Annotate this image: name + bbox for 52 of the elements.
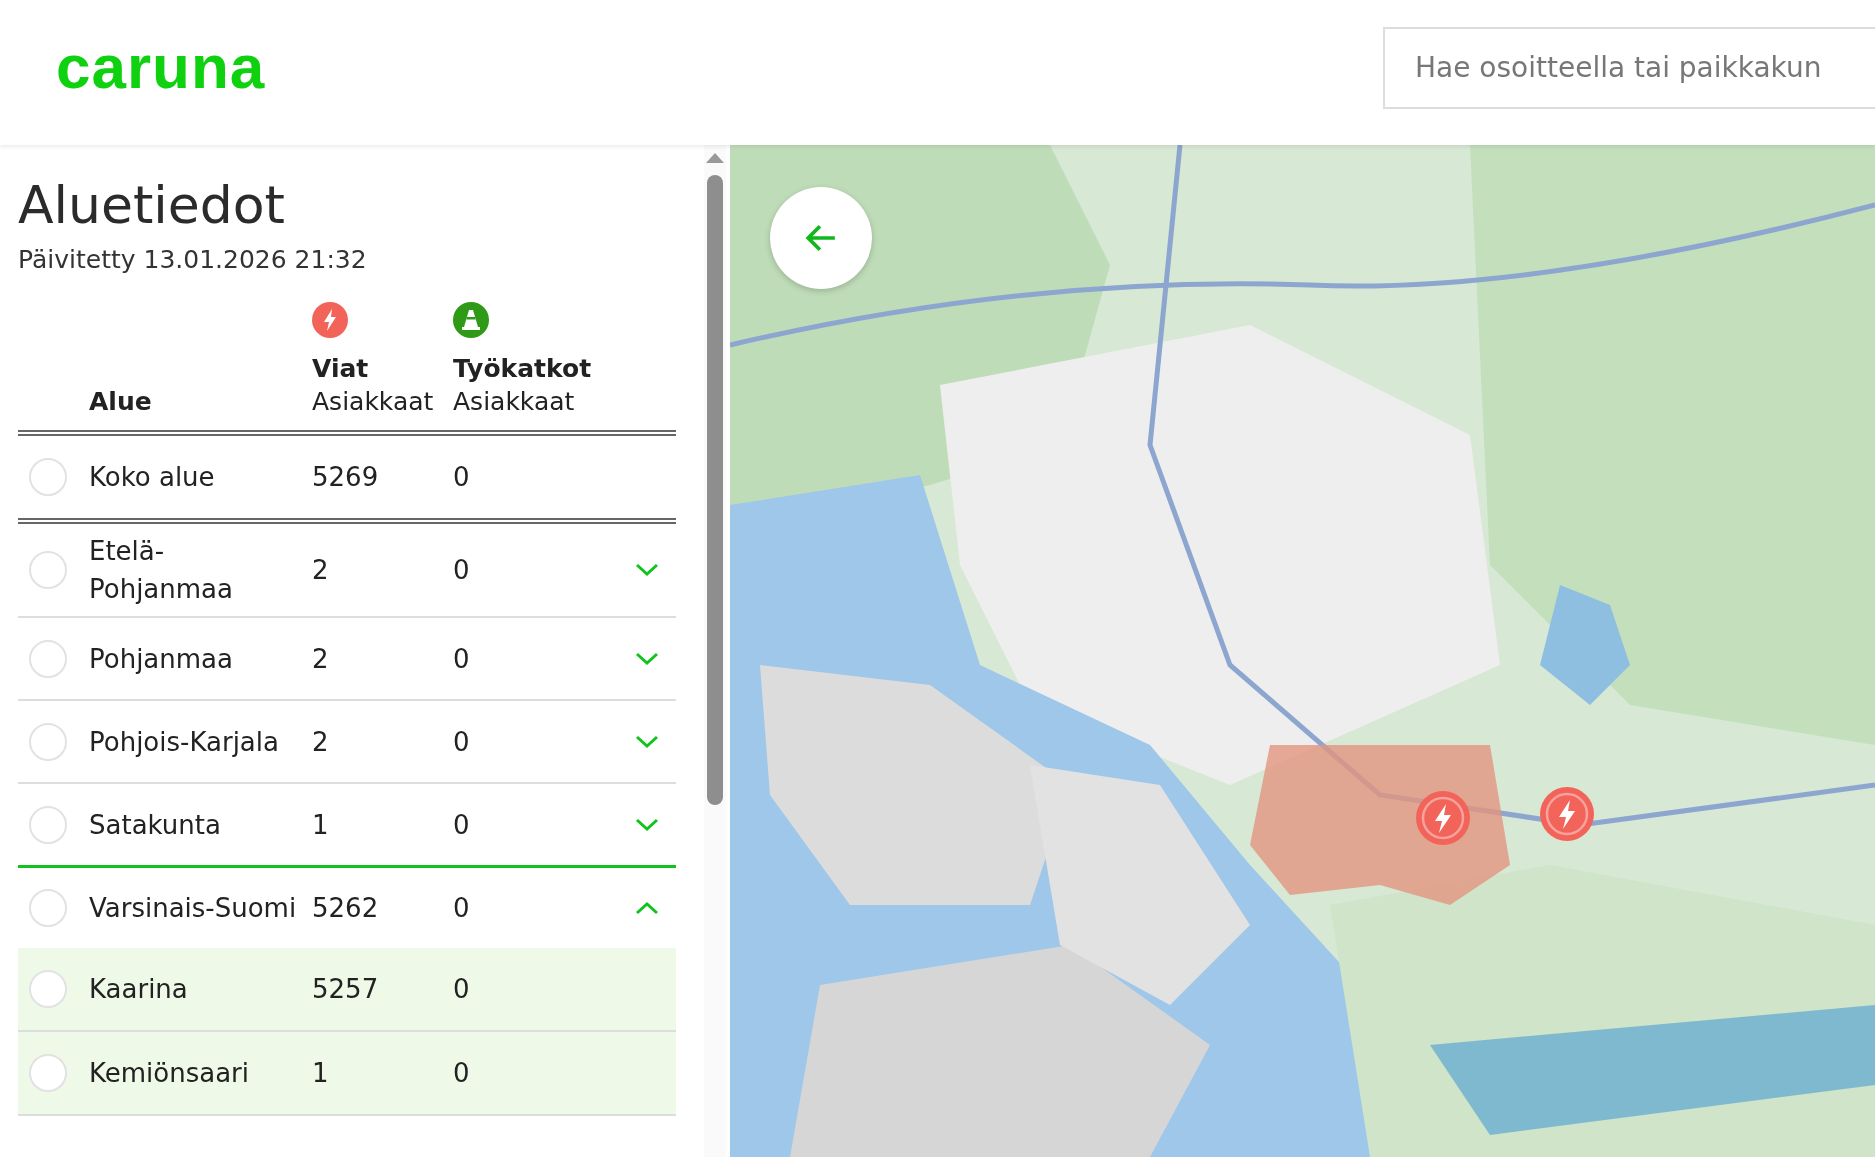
fault-count: 2 bbox=[312, 726, 330, 757]
radio-button[interactable] bbox=[29, 805, 67, 844]
planned-count: 0 bbox=[453, 809, 471, 840]
fault-count: 2 bbox=[312, 555, 330, 585]
fault-count: 1 bbox=[312, 1058, 330, 1088]
area-name: Kemiönsaari bbox=[89, 1057, 250, 1090]
column-title: Alue bbox=[89, 387, 153, 416]
lightning-marker-icon[interactable] bbox=[1539, 786, 1595, 842]
area-name: Satakunta bbox=[89, 808, 222, 842]
radio-button[interactable] bbox=[29, 639, 67, 678]
lightning-icon bbox=[312, 302, 348, 338]
planned-count: 0 bbox=[453, 462, 471, 492]
chevron-down-icon[interactable] bbox=[635, 817, 659, 832]
radio-button[interactable] bbox=[29, 889, 67, 927]
area-name: Koko alue bbox=[89, 461, 216, 494]
area-name: Etelä-Pohjanmaa bbox=[89, 535, 234, 606]
radio-button[interactable] bbox=[29, 722, 67, 761]
column-title: Viat bbox=[312, 354, 370, 383]
chevron-down-icon[interactable] bbox=[635, 651, 659, 666]
fault-count: 1 bbox=[312, 809, 330, 840]
planned-count: 0 bbox=[453, 555, 471, 585]
updated-time: Päivitetty 13.01.2026 21:32 bbox=[18, 245, 368, 274]
chevron-up-icon[interactable] bbox=[635, 901, 659, 915]
area-name: Pohjois-Karjala bbox=[89, 725, 280, 759]
scrollbar-thumb[interactable] bbox=[707, 175, 723, 805]
chevron-down-icon[interactable] bbox=[635, 734, 659, 749]
area-name: Pohjanmaa bbox=[89, 642, 234, 676]
search-field[interactable]: Hae osoitteella tai paikkakun bbox=[1383, 26, 1875, 109]
radio-button[interactable] bbox=[29, 970, 67, 1008]
fault-count: 2 bbox=[312, 643, 330, 674]
chevron-down-icon[interactable] bbox=[635, 563, 659, 577]
area-name: Varsinais-Suomi bbox=[89, 892, 298, 925]
column-subtitle: Asiakkaat bbox=[312, 387, 435, 416]
radio-button[interactable] bbox=[29, 1054, 67, 1092]
logo[interactable]: caruna bbox=[56, 31, 266, 102]
fault-count: 5262 bbox=[312, 893, 380, 923]
column-subtitle: Asiakkaat bbox=[453, 387, 576, 416]
radio-button[interactable] bbox=[29, 458, 67, 496]
radio-button[interactable] bbox=[29, 551, 67, 589]
fault-count: 5257 bbox=[312, 974, 380, 1004]
lightning-marker-icon[interactable] bbox=[1415, 790, 1471, 846]
panel-title: Aluetiedot bbox=[18, 175, 286, 235]
column-title: Työkatkot bbox=[453, 354, 593, 383]
planned-count: 0 bbox=[453, 1058, 471, 1088]
planned-count: 0 bbox=[453, 726, 471, 757]
fault-count: 5269 bbox=[312, 462, 380, 492]
planned-count: 0 bbox=[453, 643, 471, 674]
planned-count: 0 bbox=[453, 893, 471, 923]
arrow-left-icon bbox=[805, 224, 837, 252]
planned-count: 0 bbox=[453, 974, 471, 1004]
traffic-cone-icon bbox=[453, 302, 489, 338]
area-name: Kaarina bbox=[89, 973, 189, 1006]
